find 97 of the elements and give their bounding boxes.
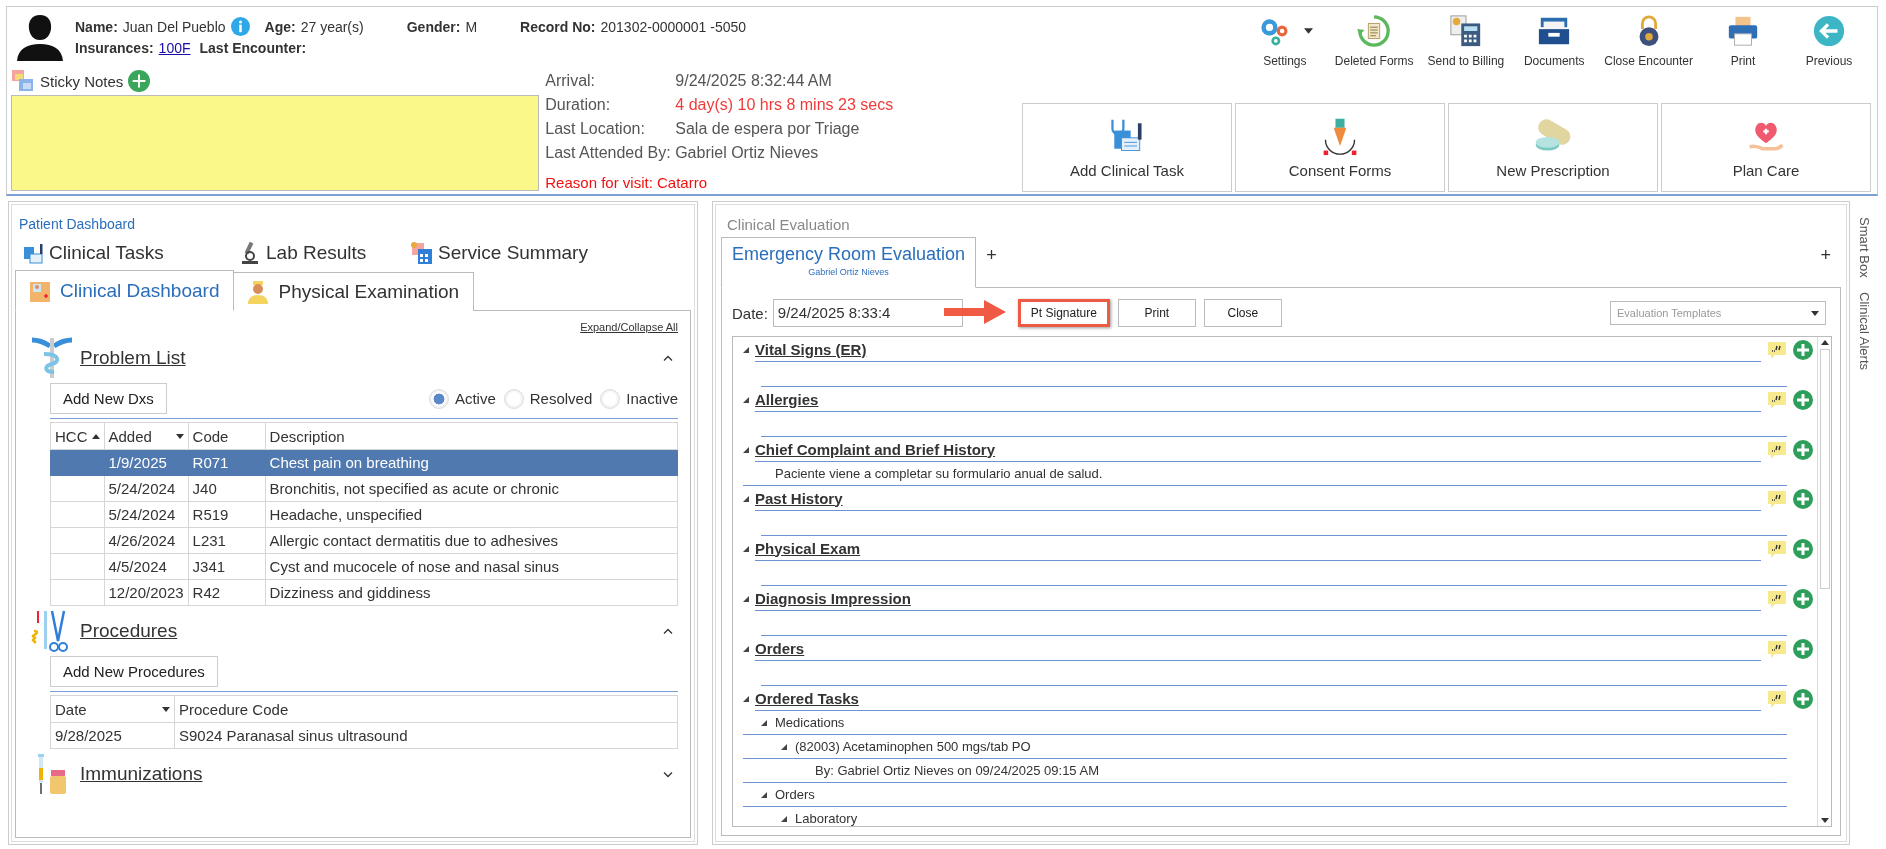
panel-title: Patient Dashboard: [18, 215, 136, 234]
reason-for-visit: Reason for visit: Catarro: [545, 174, 708, 191]
tree-item: (82003) Acetaminophen 500 mgs/tab PO: [795, 739, 1031, 754]
add-button[interactable]: +: [1810, 237, 1841, 266]
record-number: 201302-0000001 -5050: [600, 18, 747, 35]
table-cell: R42: [192, 584, 221, 601]
tab[interactable]: Physical Examination: [234, 272, 475, 311]
status-radio[interactable]: Active: [428, 388, 496, 409]
tree-item: Orders: [775, 787, 815, 802]
date-label: Date:: [732, 304, 768, 322]
tree-item: Paciente viene a completar su formulario anual de salud.: [775, 466, 1103, 481]
encounter-label: Last Location:: [545, 120, 646, 138]
action-button[interactable]: Plan Care: [1661, 103, 1871, 192]
section-title[interactable]: Allergies: [755, 387, 819, 412]
status-radio[interactable]: Resolved: [503, 388, 593, 409]
date-field[interactable]: 9/24/2025 8:33:4: [772, 299, 963, 327]
insurances-label: Insurances:: [75, 40, 154, 56]
section-title[interactable]: Vital Signs (ER): [755, 337, 867, 362]
section-title[interactable]: Problem List: [80, 347, 186, 369]
section-title[interactable]: Diagnosis Impression: [755, 586, 911, 611]
section-title[interactable]: Past History: [755, 486, 843, 511]
action-button[interactable]: Consent Forms: [1235, 103, 1445, 192]
tab[interactable]: Lab Results: [232, 241, 404, 265]
patient-name: Juan Del Pueblo: [122, 18, 226, 35]
tab[interactable]: Clinical Tasks: [15, 241, 232, 265]
record-label: Record No:: [520, 18, 596, 35]
tree-item: By: Gabriel Ortiz Nieves on 09/24/2025 09:15 AM: [815, 763, 1099, 778]
form-button[interactable]: Close: [1203, 299, 1282, 327]
sticky-notes-label: Sticky Notes: [40, 72, 124, 90]
tab[interactable]: Clinical Dashboard: [15, 270, 235, 311]
age-label: Age:: [264, 18, 296, 35]
add-tab-button[interactable]: +: [976, 237, 1007, 266]
evaluation-tab[interactable]: Emergency Room Evaluation Gabriel Ortiz Nieves: [721, 237, 977, 288]
patient-age: 27 year(s): [300, 18, 364, 35]
tab[interactable]: Service Summary: [404, 241, 594, 265]
column-header[interactable]: Date: [50, 695, 175, 723]
add-dxs-button[interactable]: Add New Dxs: [50, 383, 167, 414]
encounter-label: Arrival:: [545, 72, 597, 90]
table-cell: L231: [192, 532, 226, 549]
side-tab[interactable]: Clinical Alerts: [1856, 291, 1872, 370]
encounter-value: 4 day(s) 10 hrs 8 mins 23 secs: [675, 96, 894, 114]
table-cell: Headache, unspecified: [269, 506, 423, 523]
form-button[interactable]: Print: [1117, 299, 1196, 327]
tree-item: Laboratory: [795, 811, 858, 826]
column-header[interactable]: HCC: [50, 422, 104, 450]
table-cell: S9024 Paranasal sinus ultrasound: [179, 727, 408, 744]
last-attended-text: Last Attended By: Gabriel Ortiz Nieves: [545, 144, 819, 162]
encounter-value: 9/24/2025 8:32:44 AM: [675, 72, 832, 90]
panel-title: Clinical Evaluation: [726, 215, 851, 235]
toolbar-button[interactable]: Send to Billing: [1421, 13, 1511, 69]
table-cell: J341: [192, 558, 226, 575]
column-header[interactable]: Description: [265, 422, 678, 450]
action-button[interactable]: New Prescription: [1448, 103, 1658, 192]
add-procedures-button[interactable]: Add New Procedures: [50, 656, 218, 687]
form-button[interactable]: Pt Signature: [1017, 299, 1110, 327]
tree-item: Medications: [775, 715, 845, 730]
encounter-value: Sala de espera por Triage: [675, 120, 860, 138]
name-label: Name:: [75, 18, 118, 35]
toolbar-button[interactable]: Settings: [1242, 13, 1327, 69]
column-header[interactable]: Code: [188, 422, 266, 450]
expand-collapse-link[interactable]: Expand/Collapse All: [580, 321, 678, 333]
table-cell: R071: [192, 454, 229, 471]
side-tab[interactable]: Smart Box: [1856, 217, 1872, 278]
action-button[interactable]: Add Clinical Task: [1022, 103, 1232, 192]
section-title[interactable]: Immunizations: [80, 763, 203, 785]
table-cell: Chest pain on breathing: [269, 454, 429, 471]
table-cell: R519: [192, 506, 229, 523]
table-cell: J40: [192, 480, 217, 497]
table-cell: 4/5/2024: [108, 558, 167, 575]
table-cell: 1/9/2025: [108, 454, 167, 471]
section-title[interactable]: Physical Exam: [755, 536, 861, 561]
table-cell: 9/28/2025: [55, 727, 122, 744]
last-encounter-label: Last Encounter:: [199, 40, 307, 56]
table-cell: 5/24/2024: [108, 506, 176, 523]
table-cell: 4/26/2024: [108, 532, 176, 549]
patient-gender: M: [465, 18, 478, 35]
toolbar-button[interactable]: Deleted Forms: [1328, 13, 1420, 69]
table-cell: Cyst and mucocele of nose and nasal sinus: [269, 558, 559, 575]
table-cell: Dizziness and giddiness: [269, 584, 431, 601]
table-cell: Allergic contact dermatitis due to adhesives: [269, 532, 559, 549]
section-title[interactable]: Ordered Tasks: [755, 686, 859, 711]
toolbar-button[interactable]: Previous: [1787, 13, 1871, 69]
column-header[interactable]: Procedure Code: [174, 695, 678, 723]
toolbar-button[interactable]: Close Encounter: [1598, 13, 1699, 69]
encounter-label: Duration:: [545, 96, 612, 114]
gender-label: Gender:: [406, 18, 461, 35]
section-title[interactable]: Chief Complaint and Brief History: [755, 437, 996, 462]
column-header[interactable]: Added: [104, 422, 189, 450]
table-cell: 12/20/2023: [108, 584, 184, 601]
section-title[interactable]: Procedures: [80, 620, 178, 642]
status-radio[interactable]: Inactive: [600, 388, 678, 409]
toolbar-button[interactable]: Print: [1701, 13, 1785, 69]
table-cell: Bronchitis, not specified as acute or chronic: [269, 480, 559, 497]
section-title[interactable]: Orders: [755, 636, 805, 661]
toolbar-button[interactable]: Documents: [1512, 13, 1597, 69]
table-cell: 5/24/2024: [108, 480, 176, 497]
insurance-link[interactable]: 100F: [158, 40, 191, 56]
